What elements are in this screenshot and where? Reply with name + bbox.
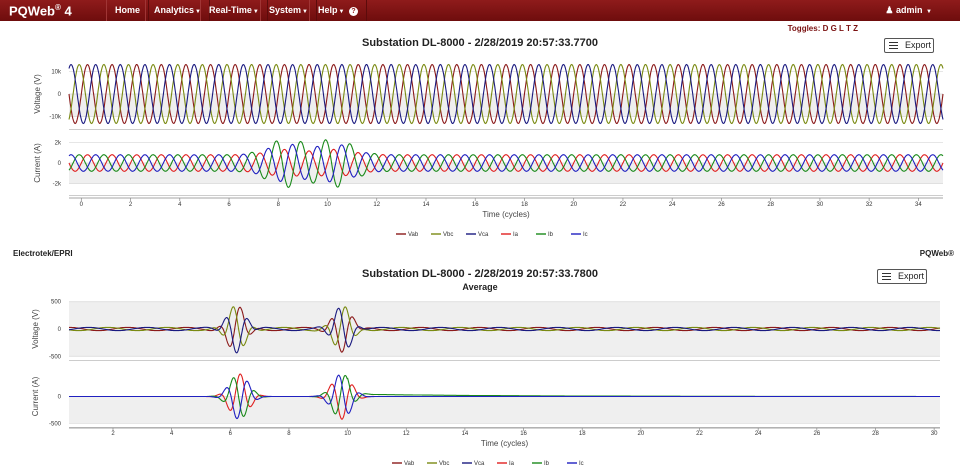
x-tick-label: 22 [696,431,703,437]
chart2-svg[interactable]: 5000-500Voltage (V)0-500Current (A)2 4 6 8 1… [0,293,960,473]
y-tick-label: 0 [58,395,62,401]
x-tick-label: 16 [472,202,479,208]
x-tick-label: 14 [423,202,430,208]
x-tick-label: 4 [178,202,182,208]
user-menu[interactable]: ♟ admin ▼ [885,0,932,21]
chevron-down-icon: ▼ [302,9,308,15]
y-tick-label: 0 [58,92,62,98]
x-tick-label: 20 [570,202,577,208]
x-tick-label: 0 [80,202,84,208]
nav-system-label: System [269,5,302,15]
nav-help-label: Help [318,5,338,15]
brand-name: PQWeb [9,3,55,19]
y-tick-label: 0 [58,327,62,333]
chevron-down-icon: ▼ [252,9,259,15]
x-axis-label: Time (cycles) [481,439,529,448]
x-tick-label: 14 [462,431,469,437]
y-tick-label: 2k [55,140,62,146]
chevron-down-icon: ▼ [926,9,932,15]
x-tick-label: 6 [229,431,233,437]
brand-registered: ® [55,3,61,12]
chart1-svg[interactable]: 10k0-10kVoltage (V)2k0-2kCurrent (A)0 2 4 6… [0,42,960,247]
legend-label-ia[interactable]: Ia [513,232,519,238]
x-tick-label: 18 [521,202,528,208]
legend-label-ic[interactable]: Ic [583,232,588,238]
legend-label-ia[interactable]: Ia [509,461,515,467]
x-tick-label: 8 [277,202,281,208]
x-tick-label: 30 [931,431,938,437]
x-tick-label: 12 [373,202,380,208]
x-tick-label: 6 [227,202,231,208]
y-tick-label: -500 [49,421,62,427]
legend-label-ib[interactable]: Ib [548,232,554,238]
x-tick-label: 32 [866,202,873,208]
y-tick-label: -500 [49,354,62,360]
footer-left: Electrotek/EPRI [13,249,73,258]
y-axis-label: Current (A) [31,376,40,416]
x-axis-label: Time (cycles) [482,210,530,219]
x-tick-label: 24 [755,431,762,437]
y-tick-label: -10k [49,115,62,121]
x-tick-label: 26 [813,431,820,437]
menu-icon [882,273,891,280]
user-name: admin [896,5,923,15]
nav-analytics-label: Analytics [154,5,195,15]
x-tick-label: 34 [915,202,922,208]
legend-label-ib[interactable]: Ib [544,461,550,467]
y-axis-label: Voltage (V) [31,309,40,349]
x-tick-label: 18 [579,431,586,437]
legend-label-vab[interactable]: Vab [404,461,415,467]
plot-band [69,329,940,357]
nav-real-time-label: Real-Time [209,5,252,15]
chart2-subtitle: Average [462,282,498,292]
brand-version: 4 [64,3,72,19]
user-icon: ♟ [885,5,894,15]
x-tick-label: 28 [872,431,879,437]
legend-label-vca[interactable]: Vca [478,232,489,238]
x-tick-label: 22 [620,202,627,208]
x-tick-label: 12 [403,431,410,437]
x-tick-label: 26 [718,202,725,208]
nav-real-time[interactable]: Real-Time▼ [200,0,268,21]
export-label: Export [897,271,924,281]
x-tick-label: 30 [817,202,824,208]
legend-label-vca[interactable]: Vca [474,461,485,467]
footer-right: PQWeb® [919,249,954,258]
legend-label-vbc[interactable]: Vbc [439,461,449,467]
x-tick-label: 8 [287,431,291,437]
x-tick-label: 20 [638,431,645,437]
nav-home[interactable]: Home [106,0,150,21]
brand-logo[interactable]: PQWeb® 4 [9,3,72,18]
x-tick-label: 16 [520,431,527,437]
x-tick-label: 2 [111,431,115,437]
chart2-title: Substation DL-8000 - 2/28/2019 20:57:33.… [361,268,598,280]
y-axis-label: Voltage (V) [33,74,42,114]
y-tick-label: 500 [51,300,62,306]
legend-label-ic[interactable]: Ic [579,461,584,467]
toggles-text[interactable]: Toggles: D G L T Z [788,24,858,33]
top-navbar: PQWeb® 4 Home Analytics▼ Real-Time▼ Syst… [0,0,960,21]
x-tick-label: 28 [767,202,774,208]
help-icon: ? [348,7,358,16]
legend-label-vbc[interactable]: Vbc [443,232,453,238]
chevron-down-icon: ▼ [338,9,345,15]
y-tick-label: 10k [51,69,62,75]
y-axis-label: Current (A) [33,143,42,183]
x-tick-label: 4 [170,431,174,437]
legend-label-vab[interactable]: Vab [408,232,419,238]
y-tick-label: 0 [58,161,62,167]
x-tick-label: 10 [344,431,351,437]
chart2-export-button[interactable]: Export [877,269,927,284]
plot-band [69,301,940,329]
nav-help[interactable]: Help▼ ? [309,0,367,21]
x-tick-label: 24 [669,202,676,208]
nav-home-label: Home [115,5,141,15]
y-tick-label: -2k [53,182,62,188]
plot-band [69,396,940,424]
x-tick-label: 10 [324,202,331,208]
x-tick-label: 2 [129,202,133,208]
